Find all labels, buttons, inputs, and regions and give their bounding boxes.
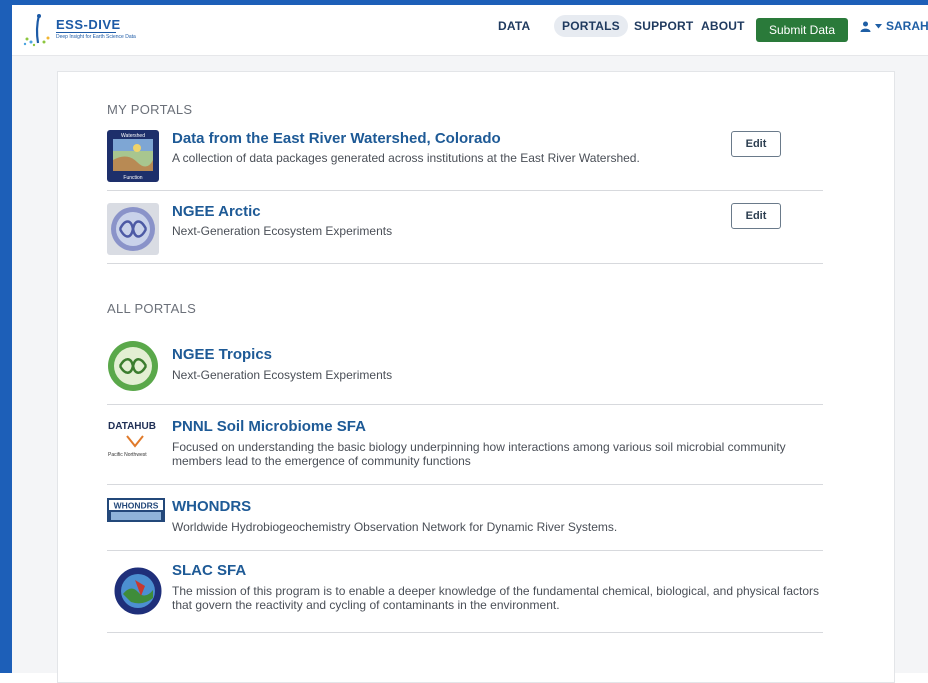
nav-portals[interactable]: PORTALS bbox=[554, 15, 628, 37]
portal-title[interactable]: SLAC SFA bbox=[172, 562, 246, 579]
user-name: SARAH bbox=[886, 19, 928, 33]
portal-item-ngee-tropics[interactable]: NGEE Tropics Next-Generation Ecosystem E… bbox=[107, 340, 823, 405]
portal-description: Worldwide Hydrobiogeochemistry Observati… bbox=[172, 520, 618, 534]
ess-dive-logo[interactable]: ESS-DIVE Deep Insight for Earth Science … bbox=[22, 13, 162, 47]
portal-item-slac-sfa[interactable]: SLAC SFA The mission of this program is … bbox=[107, 562, 823, 633]
submit-data-button[interactable]: Submit Data bbox=[756, 18, 848, 42]
pnnl-datahub-logo: DATAHUB Pacific Northwest bbox=[108, 421, 156, 458]
logo-tagline: Deep Insight for Earth Science Data bbox=[56, 34, 136, 40]
portals-card: MY PORTALS Watershed Function Data from … bbox=[57, 71, 895, 683]
all-portals-heading: ALL PORTALS bbox=[107, 301, 197, 316]
site-header: ESS-DIVE Deep Insight for Earth Science … bbox=[12, 5, 928, 56]
portal-description: The mission of this program is to enable… bbox=[172, 584, 820, 612]
portal-title[interactable]: Data from the East River Watershed, Colo… bbox=[172, 130, 501, 147]
ngee-arctic-logo bbox=[107, 203, 159, 255]
nav-about[interactable]: ABOUT bbox=[701, 19, 745, 33]
nav-data[interactable]: DATA bbox=[498, 19, 530, 33]
east-river-logo-bottom-text: Function bbox=[123, 175, 142, 181]
portal-title[interactable]: NGEE Arctic bbox=[172, 203, 261, 220]
window-frame-left bbox=[0, 0, 12, 673]
ess-dive-logo-icon bbox=[23, 14, 50, 47]
caret-down-icon bbox=[875, 23, 882, 28]
edit-button[interactable]: Edit bbox=[731, 203, 781, 229]
east-river-logo-top-text: Watershed bbox=[121, 133, 145, 139]
portal-title[interactable]: NGEE Tropics bbox=[172, 346, 272, 363]
user-menu[interactable]: SARAH bbox=[860, 19, 928, 33]
pnnl-logo-subtitle: Pacific Northwest bbox=[108, 452, 147, 458]
portal-description: Next-Generation Ecosystem Experiments bbox=[172, 368, 393, 382]
portal-item-pnnl-soil[interactable]: DATAHUB Pacific Northwest PNNL Soil Micr… bbox=[107, 418, 823, 485]
portal-title[interactable]: WHONDRS bbox=[172, 498, 251, 515]
portal-description: Focused on understanding the basic biolo… bbox=[172, 440, 786, 468]
portal-item-whondrs[interactable]: WHONDRS WHONDRS Worldwide Hydrobiogeoche… bbox=[107, 498, 823, 551]
pnnl-logo-title: DATAHUB bbox=[108, 421, 156, 432]
slac-sfa-logo bbox=[113, 566, 163, 616]
whondrs-logo: WHONDRS bbox=[107, 498, 165, 522]
page: ESS-DIVE Deep Insight for Earth Science … bbox=[12, 5, 928, 683]
logo-title: ESS-DIVE bbox=[56, 17, 121, 32]
portal-item-east-river[interactable]: Watershed Function Data from the East Ri… bbox=[107, 130, 823, 191]
portal-title[interactable]: PNNL Soil Microbiome SFA bbox=[172, 418, 366, 435]
whondrs-logo-text: WHONDRS bbox=[114, 501, 159, 511]
logo-underline bbox=[56, 32, 116, 33]
portal-description: Next-Generation Ecosystem Experiments bbox=[172, 224, 393, 238]
nav-support[interactable]: SUPPORT bbox=[634, 19, 693, 33]
portal-item-ngee-arctic[interactable]: NGEE Arctic Next-Generation Ecosystem Ex… bbox=[107, 202, 823, 264]
portal-description: A collection of data packages generated … bbox=[172, 151, 640, 165]
my-portals-heading: MY PORTALS bbox=[107, 102, 193, 117]
ngee-tropics-logo bbox=[108, 341, 158, 391]
east-river-logo: Watershed Function bbox=[107, 130, 159, 182]
user-icon bbox=[860, 21, 871, 32]
edit-button[interactable]: Edit bbox=[731, 131, 781, 157]
